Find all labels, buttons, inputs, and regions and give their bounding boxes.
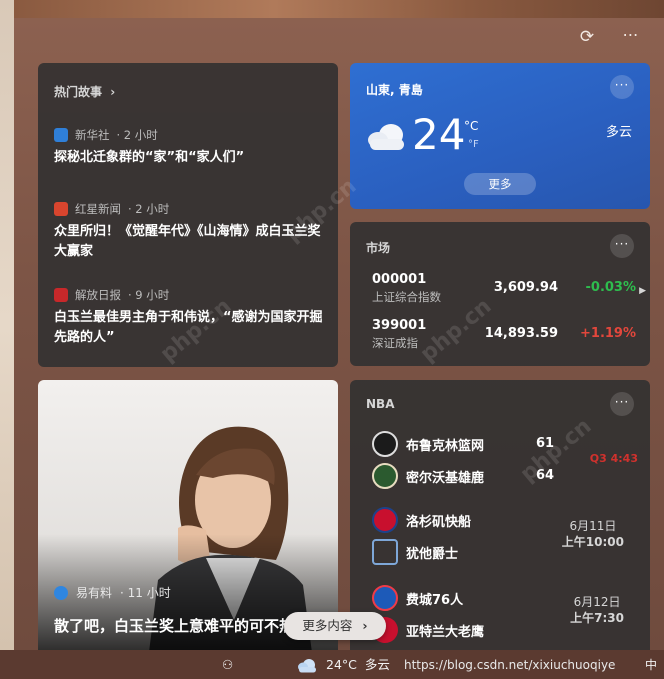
taskbar-weather-button[interactable]: 24°C 多云 — [296, 655, 390, 675]
clippers-logo-icon — [372, 507, 398, 533]
unit-fahrenheit[interactable]: °F — [468, 139, 479, 150]
weather-more-button[interactable]: 更多 — [464, 173, 536, 195]
news-photo — [38, 380, 338, 650]
live-status-badge: Q3 4:43 — [589, 452, 638, 465]
news-interests-panel: ⟳ ⋯ 热门故事 › 新华社 · 2 小时 探秘北迁象群的“家”和“家人们” 红… — [14, 18, 664, 650]
story-title: 众里所归！《觉醒年代》《山海情》成白玉兰奖大赢家 — [54, 224, 321, 259]
chevron-right-icon: › — [362, 618, 368, 633]
market-title: 市场 — [366, 241, 391, 255]
taskbar: ⚇ 24°C 多云 https://blog.csdn.net/xixiuchu… — [0, 650, 664, 679]
story-title: 探秘北迁象群的“家”和“家人们” — [54, 150, 245, 165]
panel-header: ⟳ ⋯ — [14, 18, 664, 58]
more-icon[interactable]: ··· — [610, 75, 634, 99]
yiyouliao-logo-icon — [54, 585, 68, 600]
nets-logo-icon — [372, 431, 398, 457]
chevron-right-icon: › — [110, 85, 116, 99]
more-icon[interactable]: ··· — [610, 392, 634, 416]
hongxing-logo-icon — [54, 202, 68, 216]
more-content-button[interactable]: 更多内容 › — [284, 612, 386, 640]
weather-location: 山東, 青島 — [366, 83, 423, 97]
stock-row[interactable]: 399001 深证成指 14,893.59 +1.19% — [372, 318, 644, 354]
76ers-logo-icon — [372, 585, 398, 611]
bucks-logo-icon — [372, 463, 398, 489]
weather-temperature: 24 — [412, 110, 466, 159]
story-item[interactable]: 新华社 · 2 小时 探秘北迁象群的“家”和“家人们” — [54, 127, 324, 168]
next-arrow-icon[interactable]: ▶ — [639, 286, 646, 296]
nba-title: NBA — [366, 397, 395, 411]
more-icon[interactable]: ··· — [610, 234, 634, 258]
refresh-icon[interactable]: ⟳ — [577, 26, 597, 48]
more-icon[interactable]: ⋯ — [619, 26, 643, 48]
people-icon[interactable]: ⚇ — [222, 655, 233, 675]
stock-row[interactable]: 000001 上证综合指数 3,609.94 -0.03% — [372, 272, 644, 308]
xinhua-logo-icon — [54, 128, 68, 142]
top-stories-card: 热门故事 › 新华社 · 2 小时 探秘北迁象群的“家”和“家人们” 红星新闻 … — [38, 63, 338, 367]
desktop-wallpaper-top — [14, 0, 664, 18]
ime-indicator[interactable]: 中 — [645, 655, 657, 675]
unit-celsius[interactable]: °C — [464, 119, 478, 133]
market-card: 市场 ··· 000001 上证综合指数 3,609.94 -0.03% ▶ 3… — [350, 222, 650, 366]
jiefang-logo-icon — [54, 288, 68, 302]
story-item[interactable]: 解放日报 · 9 小时 白玉兰最佳男主角于和伟说，“感谢为国家开掘先路的人” — [54, 287, 324, 348]
weather-card[interactable]: 山東, 青島 ··· 24 °C °F 多云 更多 — [350, 63, 650, 209]
story-title: 白玉兰最佳男主角于和伟说，“感谢为国家开掘先路的人” — [54, 310, 323, 345]
nba-card: NBA ··· 布鲁克林篮网 61 密尔沃基雄鹿 64 Q3 4:43 洛杉矶快… — [350, 380, 650, 650]
photo-news-card[interactable]: 易有料 · 11 小时 散了吧，白玉兰奖上意难平的可不热依扎 — [38, 380, 338, 650]
desktop-wallpaper — [0, 0, 14, 650]
cloud-icon — [298, 658, 316, 672]
url-watermark: https://blog.csdn.net/xixiuchuoqiye — [404, 658, 616, 672]
jazz-logo-icon — [372, 539, 398, 565]
cloud-icon — [368, 124, 404, 150]
top-stories-title[interactable]: 热门故事 › — [54, 83, 115, 100]
weather-condition: 多云 — [605, 125, 632, 140]
story-item[interactable]: 红星新闻 · 2 小时 众里所归！《觉醒年代》《山海情》成白玉兰奖大赢家 — [54, 201, 324, 262]
